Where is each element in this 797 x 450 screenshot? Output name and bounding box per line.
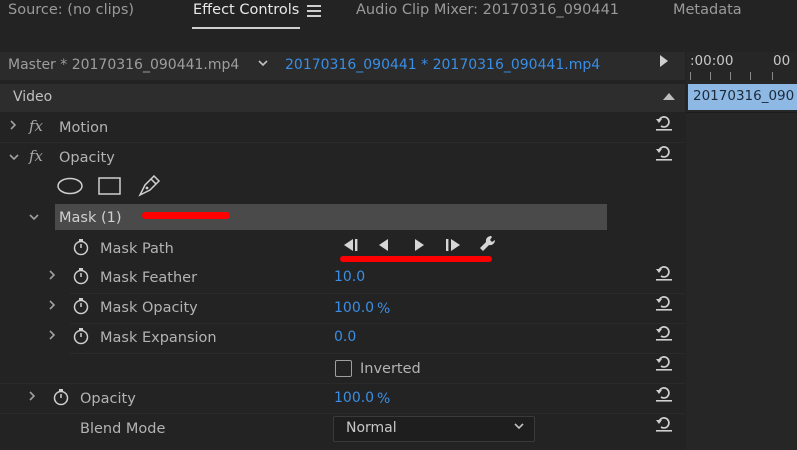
expand-chevron-icon[interactable] <box>27 390 37 406</box>
play-icon[interactable] <box>660 55 668 67</box>
mask-feather-label: Mask Feather <box>100 270 198 286</box>
blend-mode-label: Blend Mode <box>80 421 166 437</box>
wrench-icon[interactable] <box>478 234 498 258</box>
collapse-up-icon[interactable] <box>663 93 675 100</box>
timeline-clip-label: 20170316_090 <box>693 88 795 104</box>
opacity-property-label: Opacity <box>80 391 136 407</box>
reset-icon[interactable] <box>655 265 673 281</box>
effect-label-opacity: Opacity <box>59 150 115 166</box>
step-backward-icon[interactable] <box>376 237 392 257</box>
stopwatch-icon[interactable] <box>72 297 90 319</box>
effect-label-motion: Motion <box>59 120 109 136</box>
divider <box>0 142 685 143</box>
ruler-tick <box>690 72 691 80</box>
fx-icon[interactable]: fx <box>29 117 43 135</box>
chevron-down-icon[interactable] <box>257 57 269 73</box>
red-annotation-underline <box>142 212 230 219</box>
reset-icon[interactable] <box>655 355 673 371</box>
mask-expansion-label: Mask Expansion <box>100 330 217 346</box>
collapse-chevron-icon[interactable] <box>8 150 20 166</box>
rectangle-mask-icon[interactable] <box>98 177 122 199</box>
fx-icon[interactable]: fx <box>29 147 43 165</box>
mask-opacity-unit: % <box>377 301 391 317</box>
step-forward-icon[interactable] <box>411 237 427 257</box>
master-clip-label[interactable]: Master * 20170316_090441.mp4 <box>8 57 239 73</box>
expand-chevron-icon[interactable] <box>8 119 18 135</box>
mask-row-highlight[interactable] <box>55 204 607 230</box>
stopwatch-icon[interactable] <box>72 238 90 260</box>
tab-metadata[interactable]: Metadata <box>673 2 742 18</box>
divider <box>0 413 685 414</box>
divider <box>70 353 685 354</box>
expand-chevron-icon[interactable] <box>47 269 57 285</box>
reset-icon[interactable] <box>655 386 673 402</box>
video-section-header <box>0 84 685 112</box>
blend-mode-value: Normal <box>346 420 397 436</box>
reset-icon[interactable] <box>655 325 673 341</box>
panel-menu-icon[interactable] <box>307 5 321 17</box>
reset-icon[interactable] <box>655 145 673 161</box>
tab-source[interactable]: Source: (no clips) <box>8 2 134 18</box>
red-annotation-underline <box>340 256 492 262</box>
ruler-tick <box>710 72 711 80</box>
track-forward-icon[interactable] <box>443 237 463 257</box>
ruler-tick <box>750 72 751 80</box>
divider <box>686 112 797 113</box>
chevron-down-icon[interactable] <box>513 420 525 435</box>
mask-opacity-label: Mask Opacity <box>100 300 198 316</box>
ruler-tick <box>772 72 773 80</box>
mask-path-label: Mask Path <box>100 241 174 257</box>
opacity-unit: % <box>377 391 391 407</box>
ellipse-mask-icon[interactable] <box>57 177 85 199</box>
timecode-next: 00 <box>773 53 791 69</box>
pen-mask-icon[interactable] <box>137 174 161 201</box>
reset-icon[interactable] <box>655 115 673 131</box>
inverted-label: Inverted <box>360 361 421 377</box>
expand-chevron-icon[interactable] <box>47 329 57 345</box>
inverted-checkbox[interactable] <box>335 360 352 377</box>
divider <box>0 383 685 384</box>
divider <box>70 323 685 324</box>
reset-icon[interactable] <box>655 295 673 311</box>
track-backward-icon[interactable] <box>341 237 361 257</box>
mask-label[interactable]: Mask (1) <box>59 210 122 226</box>
stopwatch-icon[interactable] <box>72 267 90 289</box>
opacity-value[interactable]: 100.0 <box>334 390 374 406</box>
ruler-tick <box>730 72 731 80</box>
tab-effect-controls[interactable]: Effect Controls <box>193 2 299 18</box>
mask-feather-value[interactable]: 10.0 <box>334 269 365 285</box>
expand-chevron-icon[interactable] <box>47 299 57 315</box>
section-label: Video <box>13 89 53 105</box>
active-tab-indicator <box>192 27 300 29</box>
timecode-start: :00:00 <box>690 53 734 69</box>
tab-audio-clip-mixer[interactable]: Audio Clip Mixer: 20170316_090441 <box>356 2 619 18</box>
divider <box>70 293 685 294</box>
mask-expansion-value[interactable]: 0.0 <box>334 329 356 345</box>
stopwatch-icon[interactable] <box>72 327 90 349</box>
collapse-chevron-icon[interactable] <box>28 210 40 226</box>
sequence-clip-label[interactable]: 20170316_090441 * 20170316_090441.mp4 <box>285 57 600 73</box>
mask-opacity-value[interactable]: 100.0 <box>334 300 374 316</box>
reset-icon[interactable] <box>655 416 673 432</box>
stopwatch-icon[interactable] <box>52 388 70 410</box>
